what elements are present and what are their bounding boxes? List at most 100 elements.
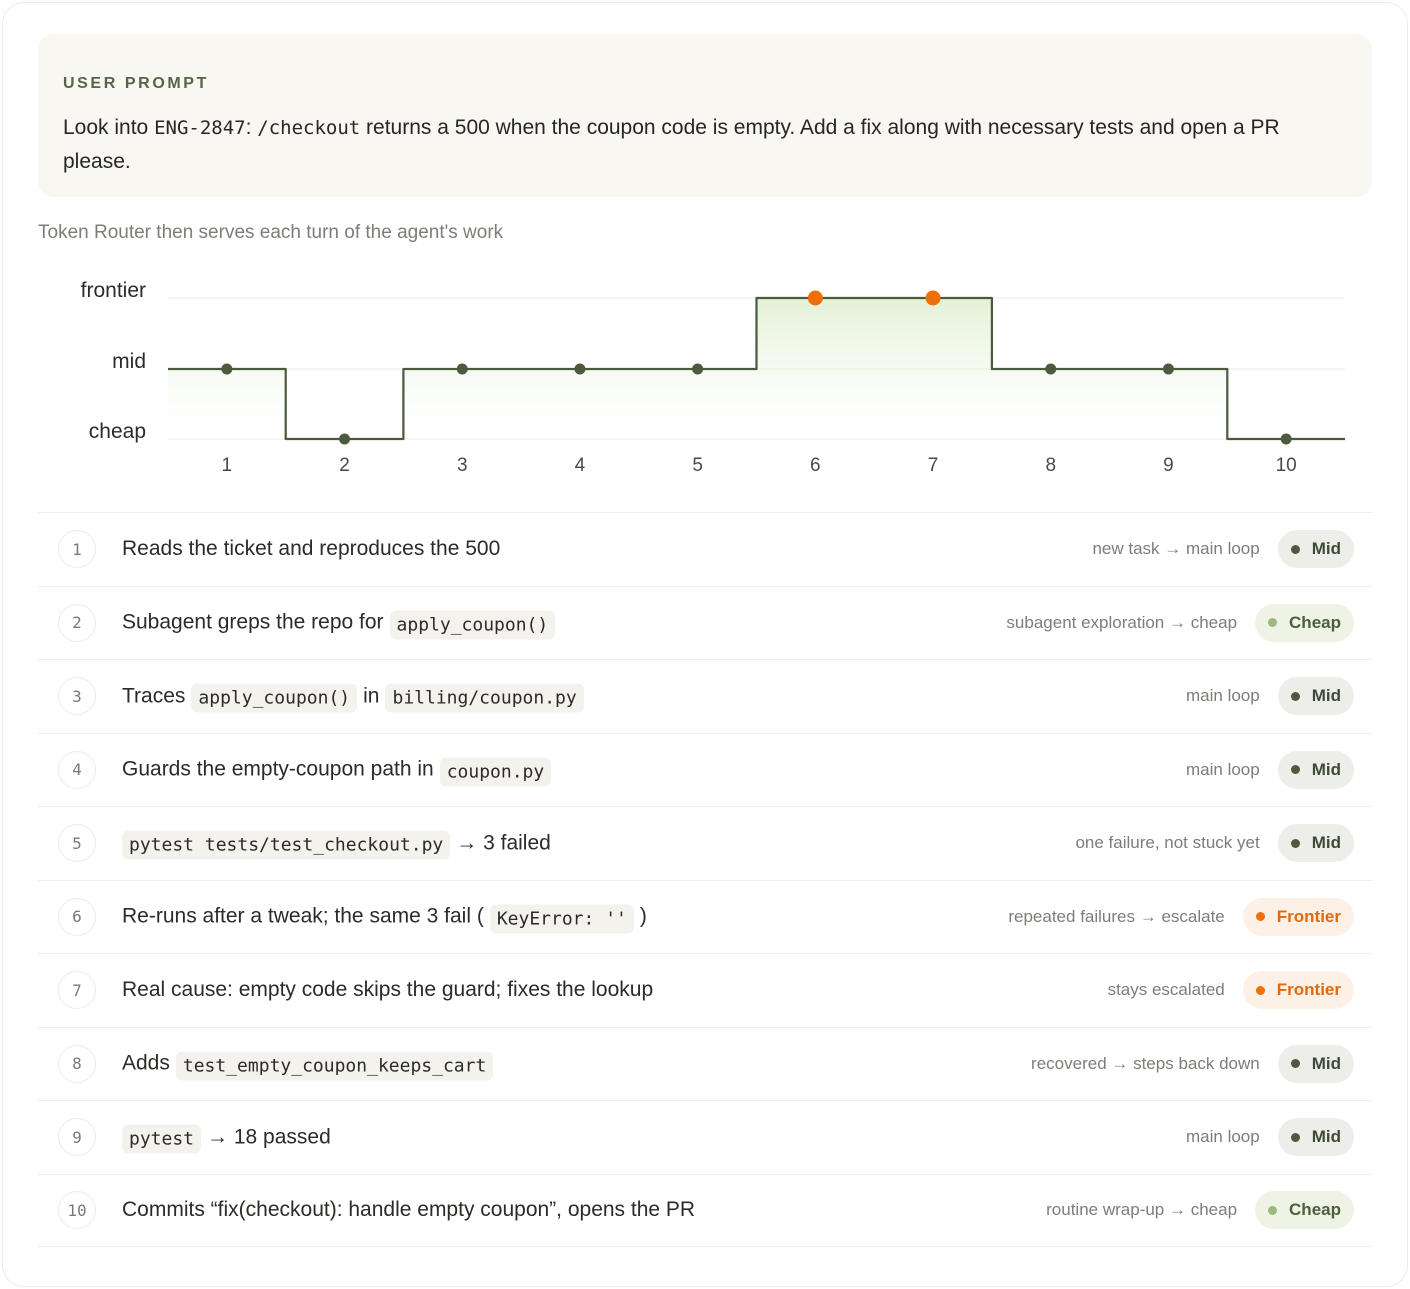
description-text: → 18 passed	[207, 1125, 331, 1149]
x-tick-label-6: 6	[810, 455, 821, 476]
tier-dot-icon	[1290, 1132, 1300, 1142]
tier-badge-label: Frontier	[1276, 906, 1341, 926]
turn-row: 8 Adds test_empty_coupon_keeps_cart recover…	[38, 1026, 1372, 1101]
turn-row: 10 Commits “fix(checkout): handle empty c…	[38, 1173, 1372, 1247]
description-text: Reads the ticket and reproduces the 500	[122, 537, 501, 561]
x-tick-label-7: 7	[928, 455, 939, 476]
description-text: Adds	[122, 1051, 170, 1075]
tier-dot-icon	[1290, 544, 1300, 554]
tier-badge-frontier: Frontier	[1242, 897, 1354, 936]
tier-dot-icon	[1255, 985, 1265, 995]
tier-dot-icon	[1268, 618, 1278, 628]
turn-point-10	[1280, 433, 1292, 445]
routing-reason: main loop	[1186, 1127, 1260, 1147]
tier-badge-mid: Mid	[1277, 824, 1354, 863]
turn-point-8	[1045, 363, 1057, 375]
turn-routing: stays escalated Frontier	[1107, 971, 1354, 1010]
routing-reason: subagent exploration → cheap	[1006, 612, 1238, 632]
turn-row: 2 Subagent greps the repo for apply_coupon…	[38, 585, 1372, 660]
tier-badge-label: Mid	[1311, 1053, 1341, 1073]
turn-row: 4 Guards the empty-coupon path in coupon.p…	[38, 732, 1372, 807]
tier-step-chart: cheap mid frontier 1 2 3 4 5 6 7 8 9 10	[81, 279, 1345, 476]
description-text: Subagent greps the repo for	[122, 610, 384, 634]
turn-number: 2	[58, 603, 96, 642]
tier-badge-label: Mid	[1311, 833, 1341, 853]
turn-point-9	[1162, 363, 1174, 375]
turn-description: Guards the empty-coupon path in coupon.py	[122, 755, 557, 787]
tier-badge-label: Cheap	[1289, 612, 1341, 632]
tier-badge-label: Frontier	[1276, 980, 1341, 1000]
code-snippet: billing/coupon.py	[385, 683, 584, 713]
turn-description: Re-runs after a tweak; the same 3 fail (…	[122, 902, 647, 934]
tier-badge-label: Cheap	[1289, 1200, 1341, 1220]
turn-row: 7 Real cause: empty code skips the guard;…	[38, 953, 1372, 1027]
turn-routing: routine wrap-up → cheap Cheap	[1046, 1191, 1354, 1230]
x-tick-label-2: 2	[339, 455, 350, 476]
turn-row: 5 pytest tests/test_checkout.py → 3 failed…	[38, 806, 1372, 880]
code-snippet: apply_coupon()	[389, 610, 556, 640]
routing-reason: one failure, not stuck yet	[1075, 833, 1260, 853]
turn-row: 1 Reads the ticket and reproduces the 500…	[38, 512, 1372, 586]
turn-description: Adds test_empty_coupon_keeps_cart	[122, 1049, 499, 1081]
turn-routing: main loop Mid	[1186, 1118, 1354, 1157]
turn-row: 3 Traces apply_coupon() in billing/coupon.py…	[38, 659, 1372, 733]
routing-reason: main loop	[1186, 759, 1260, 779]
y-tick-label-mid: mid	[112, 350, 146, 373]
x-tick-label-9: 9	[1163, 455, 1174, 476]
code-snippet: apply_coupon()	[191, 683, 358, 713]
tier-dot-icon	[1255, 912, 1265, 922]
turn-number: 3	[58, 677, 96, 716]
description-text: Traces	[122, 684, 186, 708]
tier-dot-icon	[1268, 1205, 1278, 1215]
code-snippet: coupon.py	[439, 757, 552, 787]
turn-number: 9	[58, 1118, 96, 1157]
turn-number: 8	[58, 1044, 96, 1083]
x-tick-label-8: 8	[1045, 455, 1056, 476]
description-text: Guards the empty-coupon path in	[122, 757, 434, 781]
turn-routing: main loop Mid	[1186, 677, 1354, 716]
turn-number: 10	[58, 1191, 96, 1230]
code-snippet: pytest tests/test_checkout.py	[122, 830, 451, 860]
tier-badge-cheap: Cheap	[1255, 1191, 1354, 1230]
turn-point-2	[339, 433, 351, 445]
routing-reason: routine wrap-up → cheap	[1046, 1200, 1238, 1220]
tier-badge-mid: Mid	[1277, 750, 1354, 789]
code-snippet: test_empty_coupon_keeps_cart	[175, 1051, 494, 1081]
tier-badge-mid: Mid	[1277, 1118, 1354, 1157]
turn-list: 1 Reads the ticket and reproduces the 500…	[38, 512, 1372, 1247]
turn-point-7	[925, 290, 941, 306]
tier-badge-mid: Mid	[1277, 530, 1354, 569]
turn-routing: new task → main loop Mid	[1092, 530, 1354, 569]
turn-description: Reads the ticket and reproduces the 500	[122, 537, 500, 561]
routing-reason: new task → main loop	[1092, 539, 1260, 559]
tier-dot-icon	[1290, 838, 1300, 848]
routing-reason: stays escalated	[1107, 980, 1225, 1000]
description-text: )	[639, 904, 647, 928]
turn-routing: subagent exploration → cheap Cheap	[1006, 603, 1354, 642]
x-tick-label-10: 10	[1276, 455, 1297, 476]
routing-reason: recovered → steps back down	[1031, 1053, 1260, 1073]
routing-reason: main loop	[1186, 686, 1260, 706]
description-text: Real cause: empty code skips the guard; …	[122, 978, 654, 1002]
tier-badge-label: Mid	[1311, 759, 1341, 779]
turn-number: 7	[58, 971, 96, 1010]
turn-point-3	[456, 363, 468, 375]
turn-point-6	[807, 290, 823, 306]
x-tick-label-4: 4	[575, 455, 586, 476]
tier-badge-label: Mid	[1311, 1127, 1341, 1147]
turn-number: 6	[58, 897, 96, 936]
x-tick-label-1: 1	[222, 455, 233, 476]
turn-description: pytest → 18 passed	[122, 1123, 331, 1154]
x-tick-label-3: 3	[457, 455, 468, 476]
code-snippet: pytest	[122, 1124, 202, 1154]
description-text: Re-runs after a tweak; the same 3 fail (	[122, 904, 484, 928]
turn-routing: recovered → steps back down Mid	[1031, 1044, 1354, 1083]
turn-point-1	[221, 363, 233, 375]
turn-row: 6 Re-runs after a tweak; the same 3 fail …	[38, 879, 1372, 954]
y-tick-label-frontier: frontier	[81, 279, 146, 302]
turn-routing: main loop Mid	[1186, 750, 1354, 789]
tier-dot-icon	[1290, 1059, 1300, 1069]
turn-description: Commits “fix(checkout): handle empty cou…	[122, 1198, 695, 1222]
turn-description: Traces apply_coupon() in billing/coupon.py	[122, 682, 590, 713]
tier-badge-frontier: Frontier	[1242, 971, 1354, 1010]
